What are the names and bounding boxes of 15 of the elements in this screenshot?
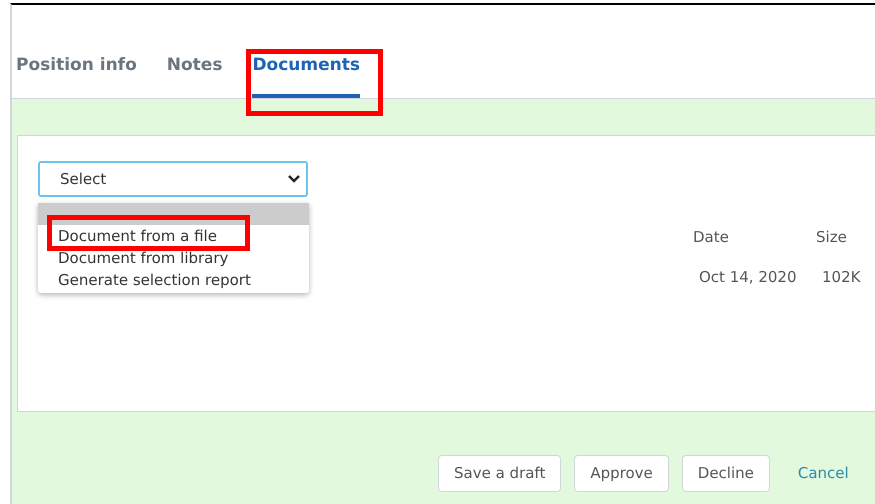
tab[interactable]: Notes (166, 50, 222, 98)
column-header: Size (816, 227, 848, 248)
table-cell-text: 102K (821, 266, 862, 288)
action-button[interactable]: Save a draft (438, 455, 562, 492)
cancel-link[interactable]: Cancel (798, 462, 849, 485)
action-button[interactable]: Approve (574, 455, 669, 492)
document-select[interactable]: Select (38, 161, 308, 197)
chevron-down-icon (288, 175, 300, 183)
dropdown-option[interactable]: Generate selection report (38, 269, 309, 291)
dropdown-option[interactable]: Document from a file (38, 225, 309, 247)
column-header: Date (693, 227, 730, 248)
table-cell-text: Oct 14, 2020 (698, 266, 798, 288)
dropdown-option[interactable]: Document from library (38, 247, 309, 269)
tab[interactable]: Position info (16, 50, 137, 98)
action-button[interactable]: Decline (682, 455, 770, 492)
